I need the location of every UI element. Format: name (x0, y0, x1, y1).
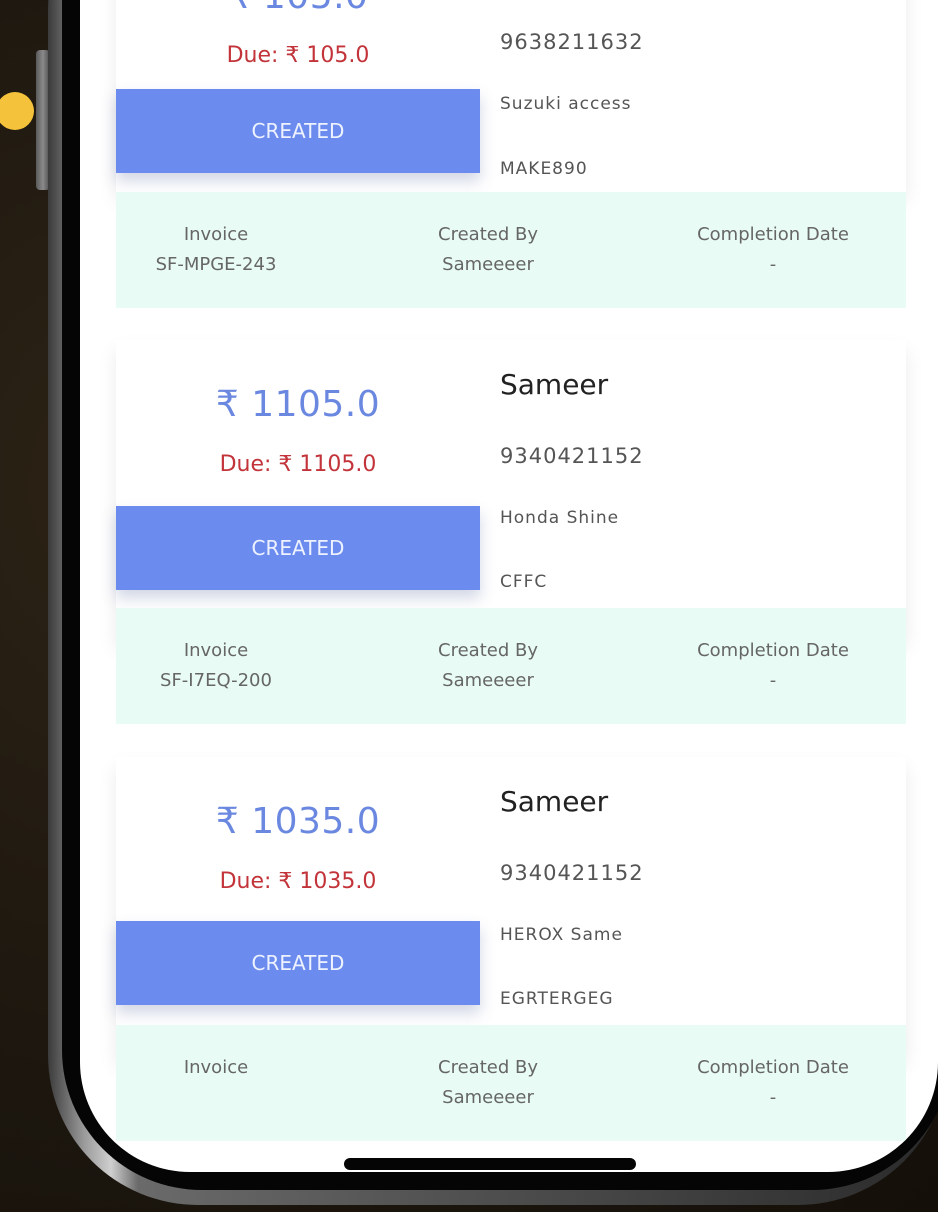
card-amount: ₹ 1035.0 (215, 801, 381, 842)
job-card[interactable]: ₹ 105.0 Due: ₹ 105.0 CREATED 9638211632 … (116, 0, 906, 308)
completion-date-value: - (769, 1087, 777, 1108)
customer-name: Sameer (500, 785, 609, 818)
vehicle-plate: EGRTERGEG (500, 989, 614, 1009)
created-by-label: Created By (438, 1057, 538, 1078)
vehicle-plate: CFFC (500, 572, 548, 592)
created-by-column: Created By Sameeeer (408, 636, 568, 696)
completion-date-column: Completion Date - (668, 1053, 878, 1113)
completion-date-column: Completion Date - (668, 220, 878, 280)
created-by-label: Created By (438, 640, 538, 661)
vehicle-model: Honda Shine (500, 508, 620, 528)
created-by-value: Sameeeer (442, 670, 534, 691)
app-screen: ₹ 105.0 Due: ₹ 105.0 CREATED 9638211632 … (80, 0, 938, 1172)
invoice-value[interactable]: SF-MPGE-243 (136, 250, 296, 280)
vehicle-model: HEROX Same (500, 925, 623, 945)
invoice-column: Invoice SF-MPGE-243 (136, 220, 296, 280)
completion-date-value: - (769, 254, 777, 275)
created-by-value: Sameeeer (442, 1087, 534, 1108)
customer-name: Sameer (500, 368, 609, 401)
customer-phone: 9638211632 (500, 30, 644, 54)
invoice-column: Invoice (136, 1053, 296, 1083)
card-footer: Invoice SF-MPGE-243 Created By Sameeeer … (116, 192, 906, 308)
vehicle-model: Suzuki access (500, 94, 632, 114)
invoice-label: Invoice (183, 1057, 249, 1078)
card-amount: ₹ 1105.0 (215, 384, 381, 425)
created-by-label: Created By (438, 224, 538, 245)
invoice-value[interactable]: SF-I7EQ-200 (136, 666, 296, 696)
status-button[interactable]: CREATED (116, 89, 480, 173)
invoice-column: Invoice SF-I7EQ-200 (136, 636, 296, 696)
invoice-label: Invoice (183, 640, 249, 661)
card-due-amount: Due: ₹ 1035.0 (219, 869, 377, 894)
customer-phone: 9340421152 (500, 444, 644, 468)
card-due-amount: Due: ₹ 1105.0 (219, 452, 377, 477)
created-by-value: Sameeeer (442, 254, 534, 275)
card-amount: ₹ 105.0 (116, 0, 480, 17)
completion-date-column: Completion Date - (668, 636, 878, 696)
invoice-label: Invoice (183, 224, 249, 245)
completion-date-label: Completion Date (697, 224, 849, 245)
accent-dot (0, 92, 34, 130)
completion-date-label: Completion Date (697, 640, 849, 661)
home-indicator[interactable] (344, 1158, 636, 1170)
status-button[interactable]: CREATED (116, 921, 480, 1005)
created-by-column: Created By Sameeeer (408, 1053, 568, 1113)
vehicle-plate: MAKE890 (500, 159, 588, 179)
status-button[interactable]: CREATED (116, 506, 480, 590)
card-due-amount: Due: ₹ 105.0 (226, 43, 370, 68)
job-card[interactable]: ₹ 1035.0 Due: ₹ 1035.0 CREATED Sameer 93… (116, 757, 906, 1141)
created-by-column: Created By Sameeeer (408, 220, 568, 280)
completion-date-label: Completion Date (697, 1057, 849, 1078)
card-footer: Invoice SF-I7EQ-200 Created By Sameeeer … (116, 608, 906, 724)
customer-phone: 9340421152 (500, 861, 644, 885)
completion-date-value: - (769, 670, 777, 691)
card-footer: Invoice Created By Sameeeer Completion D… (116, 1025, 906, 1141)
job-card[interactable]: ₹ 1105.0 Due: ₹ 1105.0 CREATED Sameer 93… (116, 340, 906, 724)
